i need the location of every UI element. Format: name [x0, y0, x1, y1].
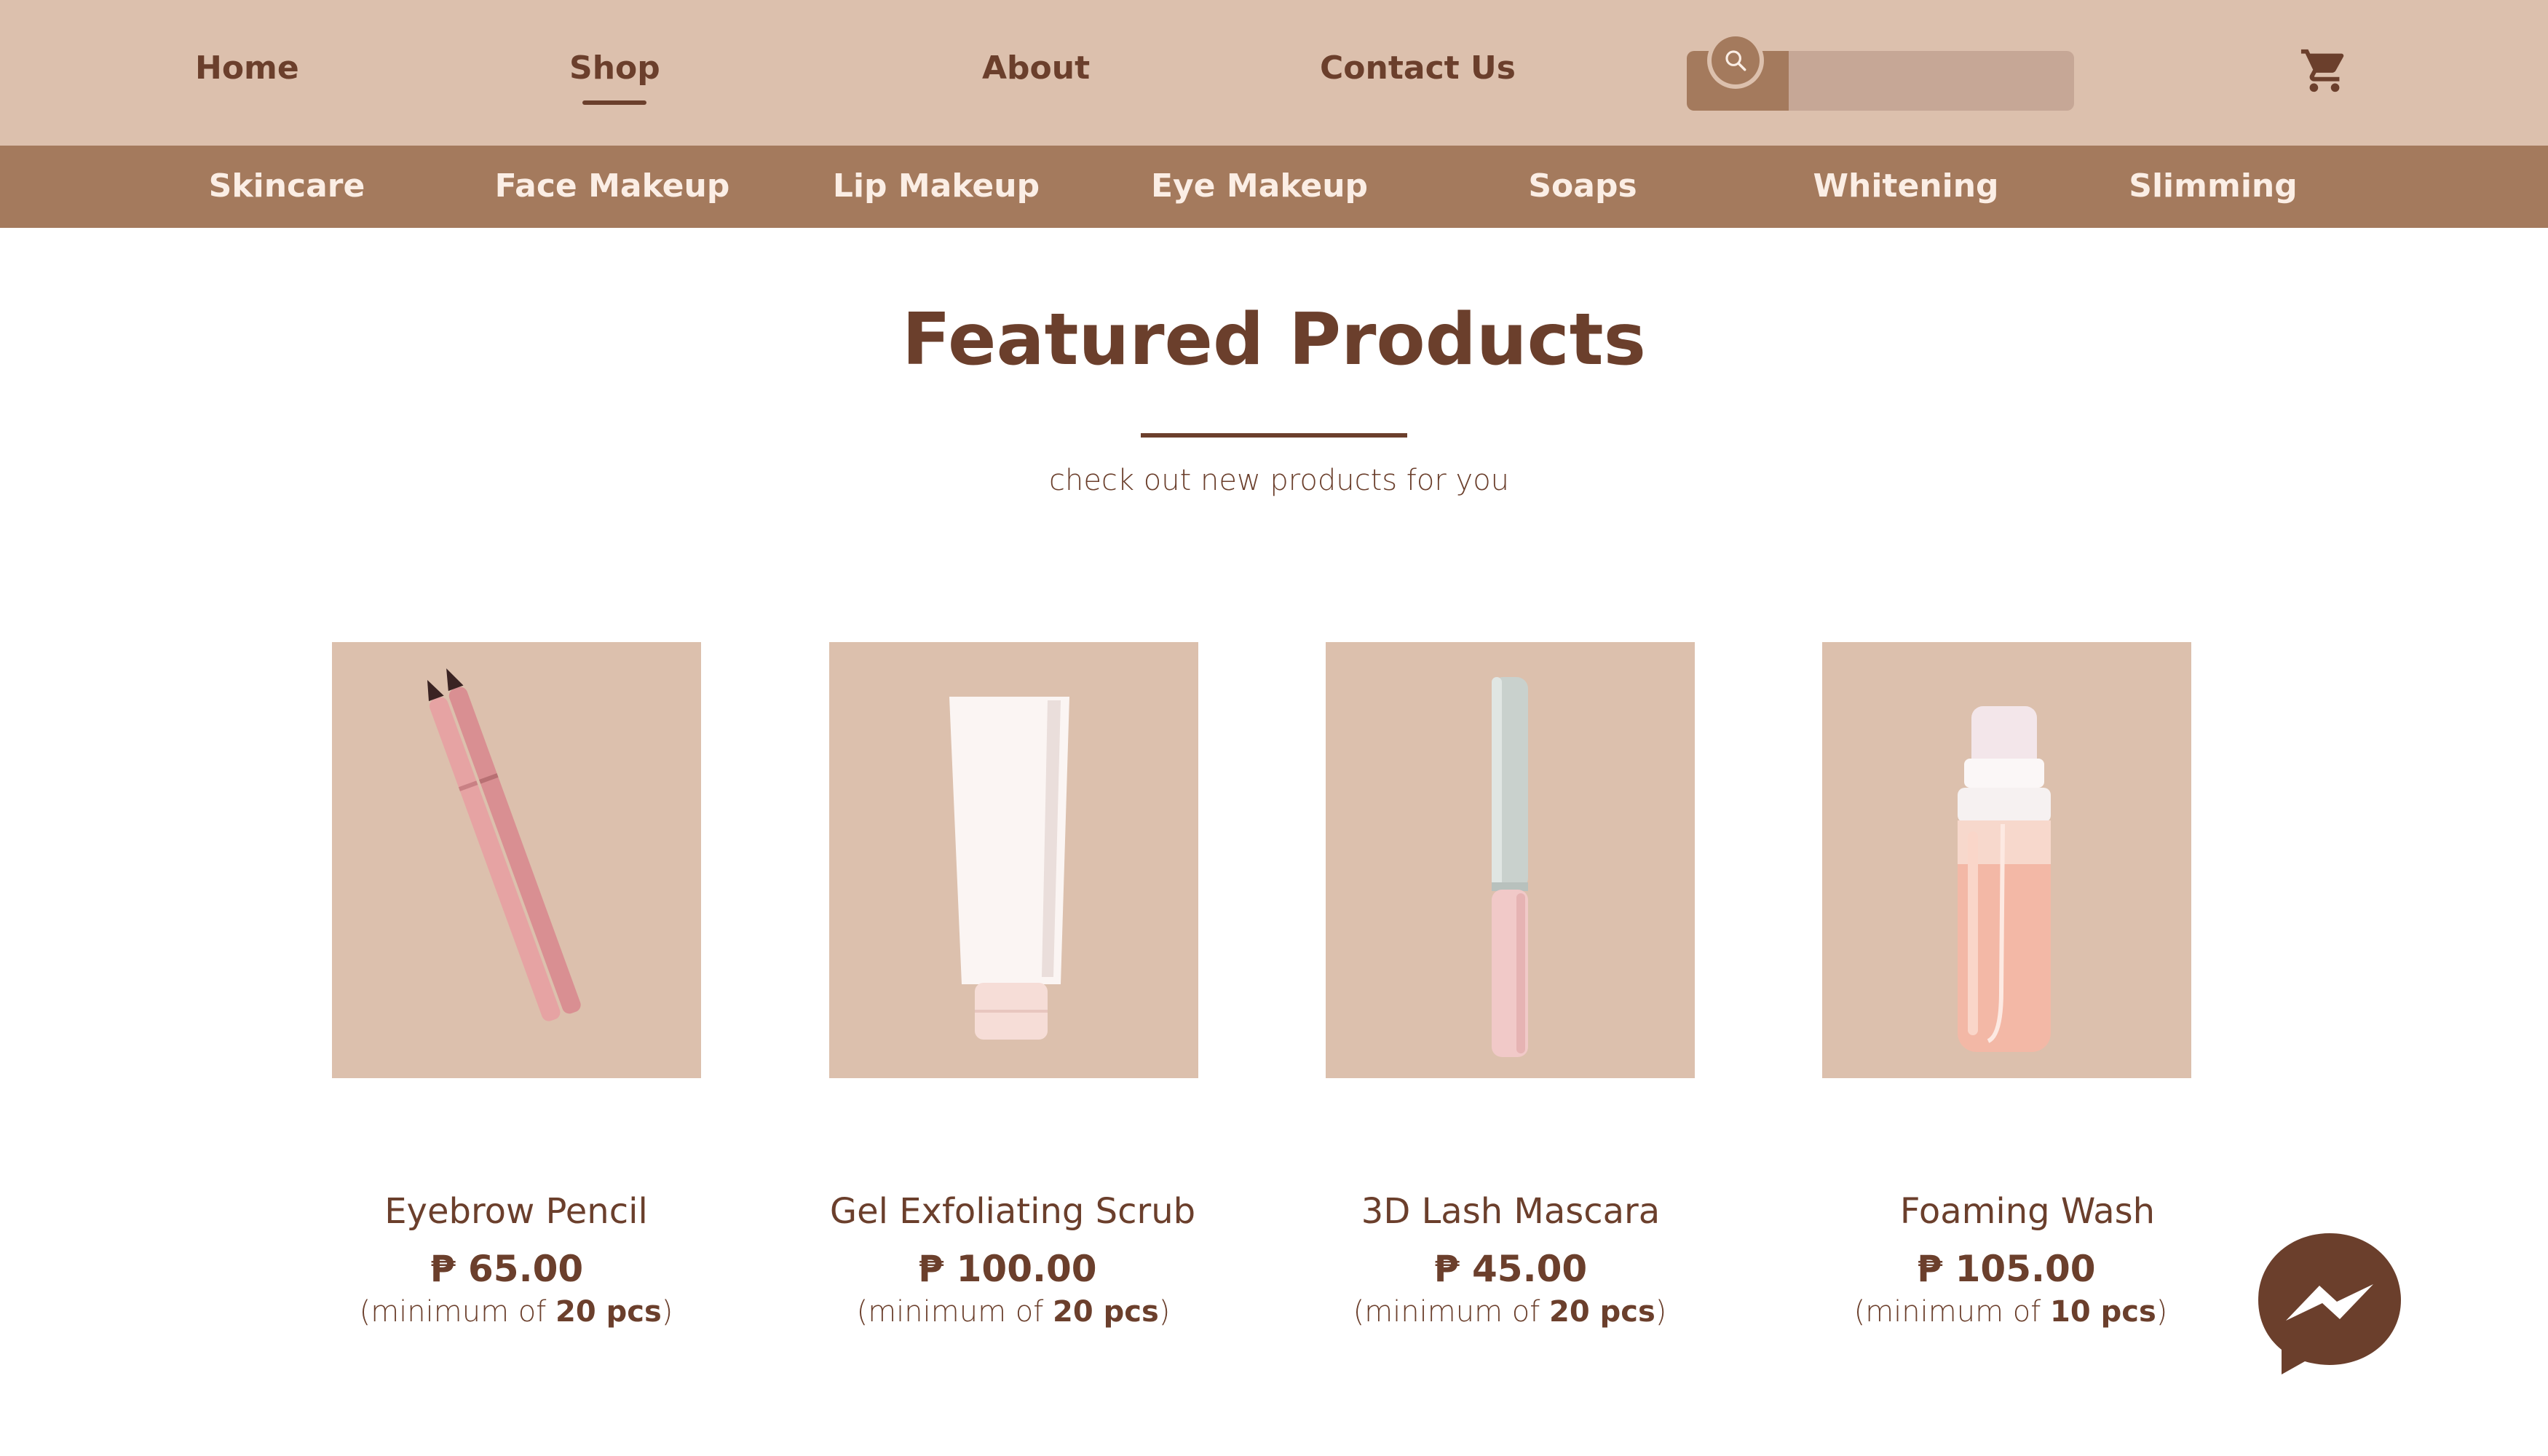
product-minimum-eyebrow-pencil: (minimum of 20 pcs) — [360, 1297, 673, 1326]
nav-shop-label: Shop — [569, 50, 660, 87]
product-minimum-gel-exfoliating-scrub: (minimum of 20 pcs) — [857, 1297, 1171, 1326]
product-image-eyebrow-pencil[interactable] — [332, 642, 701, 1078]
min-qty-label: 10 pcs — [2050, 1295, 2156, 1329]
min-suffix-label: ) — [1655, 1295, 1667, 1329]
product-name-foaming-wash[interactable]: Foaming Wash — [1900, 1194, 2155, 1229]
product-price-foaming-wash: ₱ 105.00 — [1917, 1248, 2096, 1290]
nav-home-link[interactable]: Home — [195, 52, 299, 84]
active-nav-indicator — [582, 100, 647, 105]
cart-icon[interactable] — [2299, 45, 2350, 96]
search-icon — [1712, 36, 1760, 84]
page-title: Featured Products — [902, 298, 1646, 381]
product-minimum-foaming-wash: (minimum of 10 pcs) — [1854, 1297, 2168, 1326]
nav-about-link[interactable]: About — [982, 52, 1090, 84]
min-prefix-label: (minimum of — [856, 1295, 1053, 1329]
search-input[interactable] — [1789, 51, 2074, 111]
min-suffix-label: ) — [661, 1295, 673, 1329]
product-price-3d-lash-mascara: ₱ 45.00 — [1433, 1248, 1588, 1290]
category-eye-makeup[interactable]: Eye Makeup — [1151, 170, 1368, 202]
min-suffix-label: ) — [1158, 1295, 1171, 1329]
product-image-gel-exfoliating-scrub[interactable] — [829, 642, 1198, 1078]
category-soaps[interactable]: Soaps — [1528, 170, 1637, 202]
min-qty-label: 20 pcs — [1549, 1295, 1655, 1329]
search-button[interactable] — [1687, 32, 1789, 111]
product-price-eyebrow-pencil: ₱ 65.00 — [430, 1248, 584, 1290]
nav-contact-link[interactable]: Contact Us — [1320, 52, 1516, 84]
top-navigation-bar: Home Shop About Contact Us — [0, 0, 2548, 146]
product-name-3d-lash-mascara[interactable]: 3D Lash Mascara — [1361, 1194, 1660, 1229]
min-prefix-label: (minimum of — [1853, 1295, 2051, 1329]
category-whitening[interactable]: Whitening — [1813, 170, 1998, 202]
product-minimum-3d-lash-mascara: (minimum of 20 pcs) — [1353, 1297, 1667, 1326]
product-price-gel-exfoliating-scrub: ₱ 100.00 — [918, 1248, 1097, 1290]
product-name-gel-exfoliating-scrub[interactable]: Gel Exfoliating Scrub — [830, 1194, 1195, 1229]
min-suffix-label: ) — [2156, 1295, 2168, 1329]
nav-shop-link[interactable]: Shop — [569, 50, 660, 105]
messenger-icon[interactable] — [2255, 1230, 2404, 1379]
category-face-makeup[interactable]: Face Makeup — [495, 170, 730, 202]
category-bar: Skincare Face Makeup Lip Makeup Eye Make… — [0, 146, 2548, 228]
page-subtitle: check out new products for you — [1048, 464, 1510, 497]
min-prefix-label: (minimum of — [359, 1295, 556, 1329]
search-bar — [1687, 32, 2074, 111]
min-prefix-label: (minimum of — [1353, 1295, 1550, 1329]
title-divider — [1141, 433, 1407, 438]
min-qty-label: 20 pcs — [1053, 1295, 1159, 1329]
product-image-foaming-wash[interactable] — [1822, 642, 2191, 1078]
min-qty-label: 20 pcs — [555, 1295, 662, 1329]
category-slimming[interactable]: Slimming — [2129, 170, 2297, 202]
category-skincare[interactable]: Skincare — [209, 170, 365, 202]
product-name-eyebrow-pencil[interactable]: Eyebrow Pencil — [384, 1194, 648, 1229]
product-image-3d-lash-mascara[interactable] — [1326, 642, 1695, 1078]
category-lip-makeup[interactable]: Lip Makeup — [833, 170, 1040, 202]
